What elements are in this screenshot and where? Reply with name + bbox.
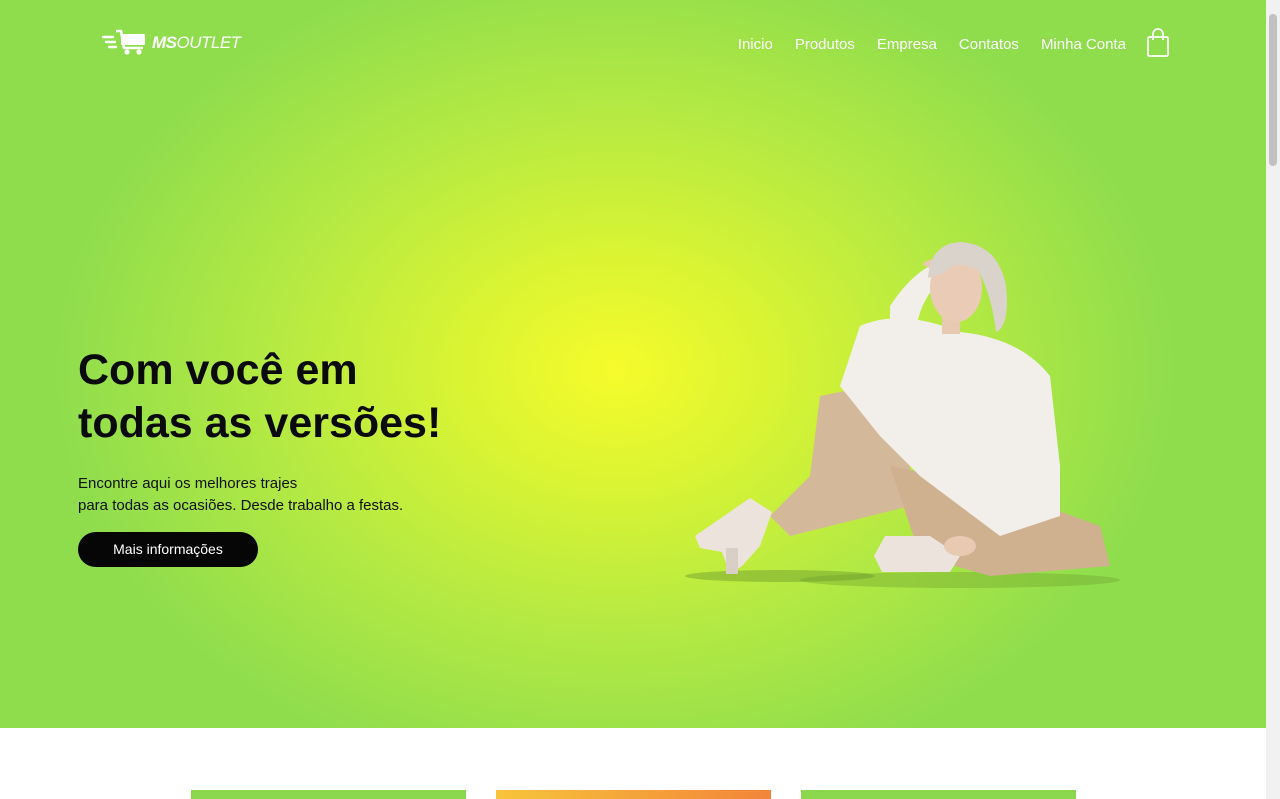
more-info-button[interactable]: Mais informações — [78, 532, 258, 567]
logo-text: MSOUTLET — [152, 34, 241, 51]
nav-item-minha-conta[interactable]: Minha Conta — [1041, 36, 1126, 54]
nav-item-empresa[interactable]: Empresa — [877, 36, 937, 54]
logo-text-light: OUTLET — [176, 32, 242, 52]
hero-subtitle: Encontre aqui os melhores trajes para to… — [78, 473, 498, 517]
shopping-cart-speed-icon — [102, 29, 145, 55]
hero-section: MSOUTLET Inicio Produtos Empresa Contato… — [0, 0, 1266, 728]
main-nav: Inicio Produtos Empresa Contatos Minha C… — [738, 36, 1126, 54]
category-card-2[interactable] — [496, 790, 771, 799]
hero-headline: Com você em todas as versões! — [78, 344, 538, 450]
hero-headline-line1: Com você em — [78, 346, 358, 394]
logo-text-bold: MS — [152, 32, 177, 52]
scrollbar-thumb[interactable] — [1269, 14, 1277, 166]
hero-subtitle-line1: Encontre aqui os melhores trajes — [78, 475, 298, 492]
category-card-3[interactable] — [801, 790, 1076, 799]
shopping-bag-icon — [1147, 28, 1169, 57]
hero-headline-line2: todas as versões! — [78, 399, 442, 447]
page-scrollbar[interactable] — [1266, 0, 1280, 799]
nav-item-inicio[interactable]: Inicio — [738, 36, 773, 54]
cart-button[interactable] — [1146, 28, 1170, 58]
brand-logo[interactable]: MSOUTLET — [102, 28, 241, 56]
nav-item-produtos[interactable]: Produtos — [795, 36, 855, 54]
category-card-1[interactable] — [191, 790, 466, 799]
hero-subtitle-line2: para todas as ocasiões. Desde trabalho a… — [78, 497, 404, 514]
model-photo — [685, 242, 1120, 588]
nav-item-contatos[interactable]: Contatos — [959, 36, 1019, 54]
